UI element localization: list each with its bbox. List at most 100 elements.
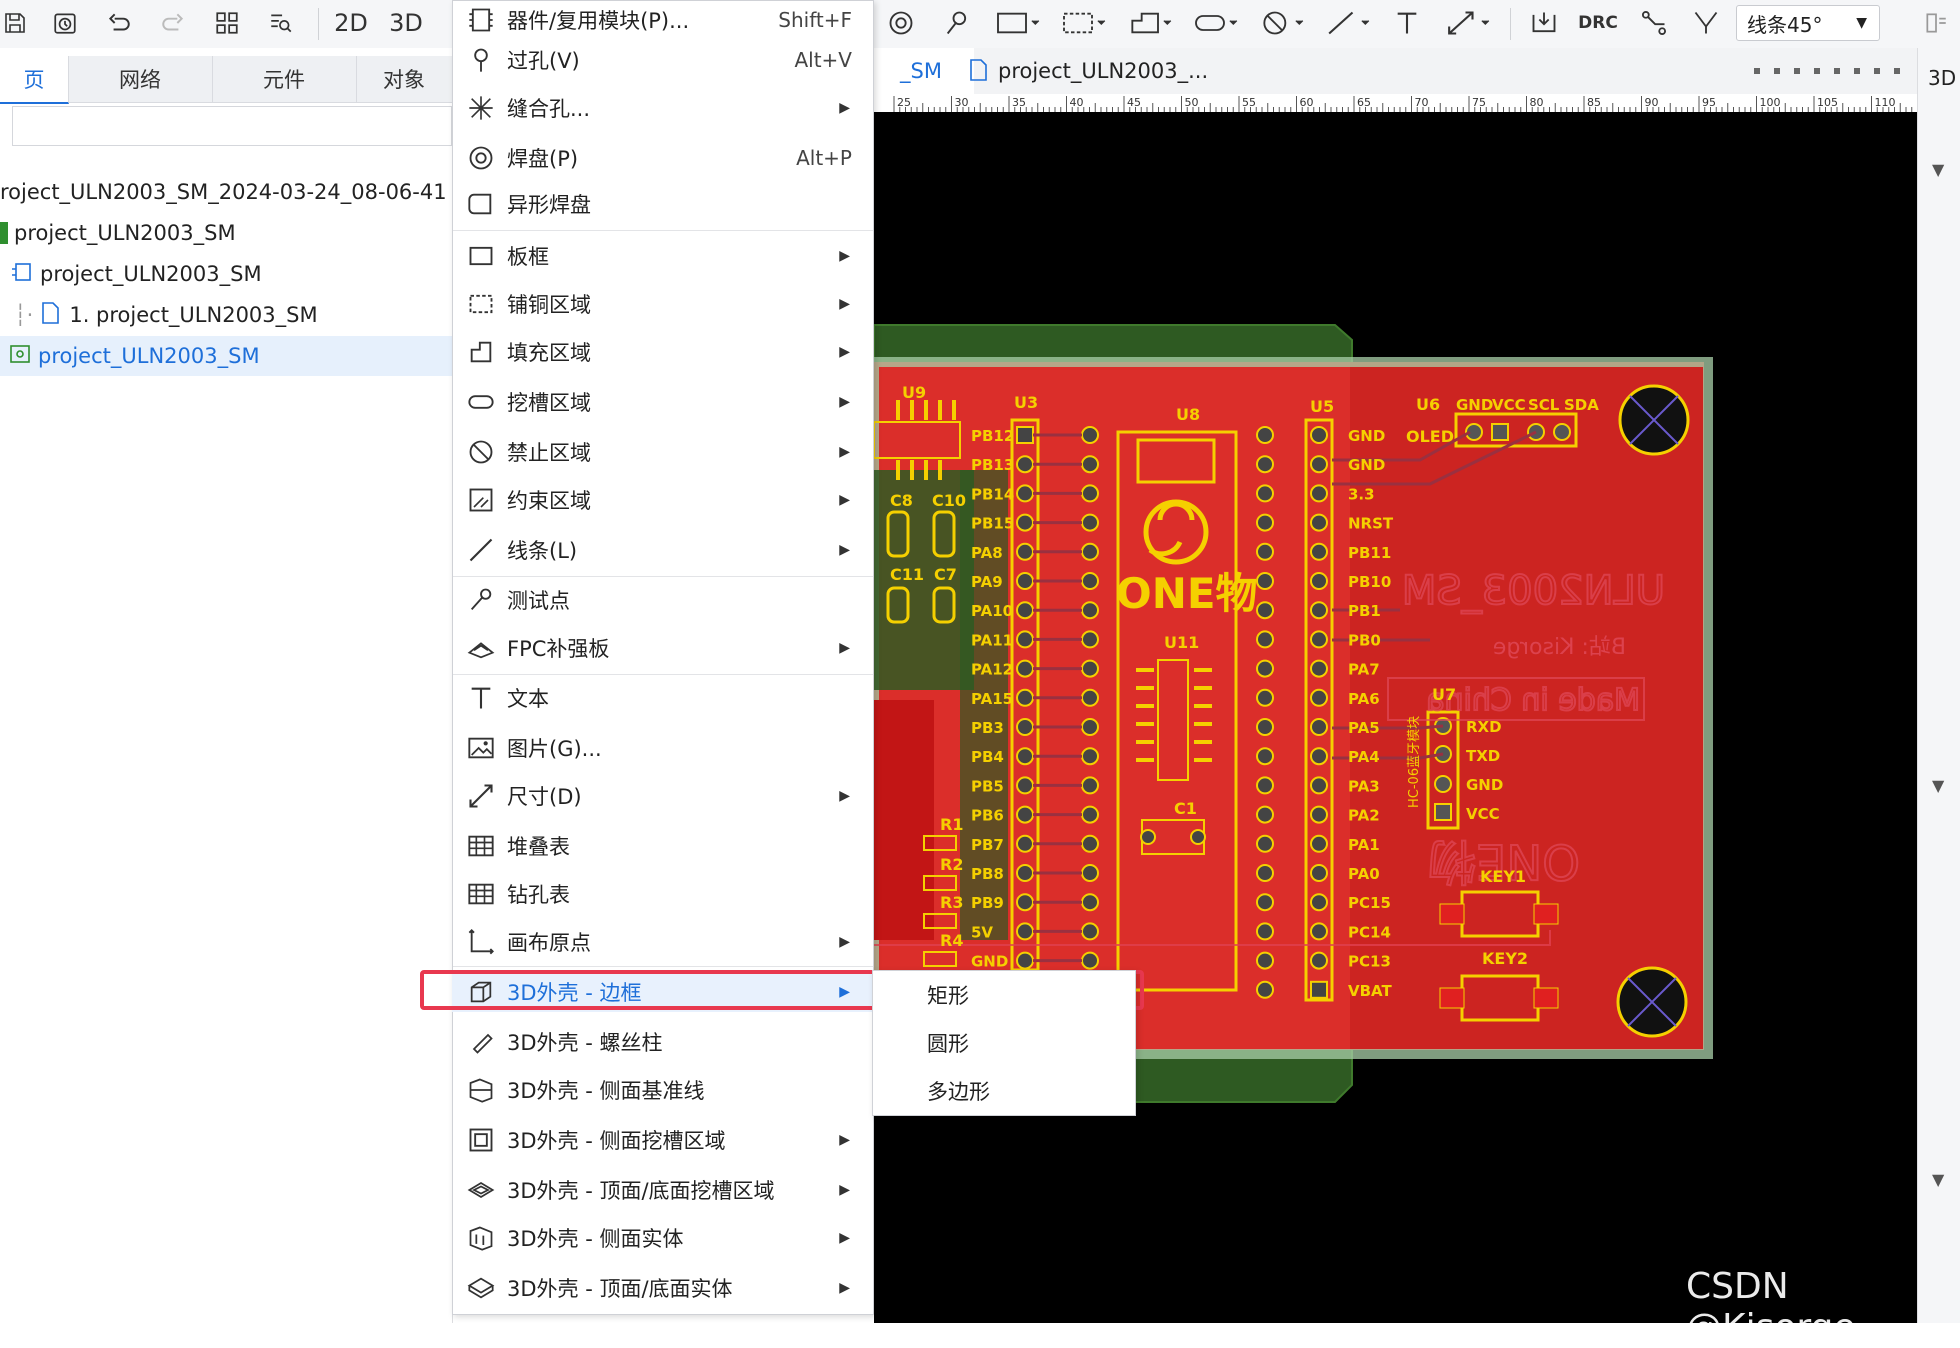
submenu-arrow-icon: ▶: [839, 248, 850, 264]
collapse-icon[interactable]: ▼: [1932, 776, 1944, 795]
pcb-pad: [1256, 513, 1274, 532]
collapse-icon[interactable]: ▼: [1932, 1170, 1944, 1189]
drc-button[interactable]: DRC: [1578, 6, 1618, 40]
menu-item-slot-area[interactable]: 挖槽区域 ▶: [452, 382, 872, 422]
menu-item-via[interactable]: 过孔(V) Alt+V: [452, 40, 872, 80]
pcb-pad: [1256, 776, 1274, 795]
pcb-pad: [1256, 426, 1274, 444]
keepout-tool-icon[interactable]: [1256, 6, 1310, 40]
menu-item-keepout[interactable]: 禁止区域 ▶: [452, 432, 872, 472]
menu-item-image[interactable]: 图片(G)...: [452, 728, 872, 768]
menu-item-stackup-table[interactable]: 堆叠表: [452, 826, 872, 866]
menu-item-drill-table[interactable]: 钻孔表: [452, 874, 872, 914]
menu-item-device[interactable]: 器件/复用模块(P)... Shift+F: [452, 0, 872, 40]
search-input[interactable]: [12, 106, 452, 146]
area-tool-icon[interactable]: [1058, 6, 1112, 40]
pcb-pad: [1256, 893, 1274, 912]
view-3d-button[interactable]: 3D: [385, 6, 427, 40]
u7-pin-label: VCC: [1466, 805, 1500, 823]
ruler-label: 110: [1875, 96, 1896, 109]
menu-item-custom-pad[interactable]: 异形焊盘: [452, 184, 872, 224]
submenu-item-circle[interactable]: 圆形: [873, 1019, 1135, 1067]
menu-item-pad[interactable]: 焊盘(P) Alt+P: [452, 138, 872, 178]
submenu-item-rectangle[interactable]: 矩形: [873, 971, 1135, 1019]
u5-pin-label: PA4: [1348, 748, 1380, 766]
submenu-arrow-icon: ▶: [839, 296, 850, 312]
line-style-select[interactable]: 线条45° ▼: [1736, 5, 1880, 41]
pcb-author-mirrored: B站: Kisorge: [1493, 635, 1626, 660]
tab-components[interactable]: 元件: [212, 56, 357, 102]
menu-item-screw-post[interactable]: 3D外壳 - 螺丝柱: [452, 1022, 872, 1062]
layout-icon[interactable]: [1916, 6, 1956, 40]
menu-item-dimension[interactable]: 尺寸(D) ▶: [452, 776, 872, 816]
dimension-tool-icon[interactable]: [1442, 6, 1496, 40]
pcb-canvas[interactable]: ONE物 ULN2003_SM B站: Kisorge Made in Chin…: [874, 112, 1917, 1323]
u5-pin-label: PC14: [1348, 923, 1391, 941]
pcb-pad: [1081, 659, 1099, 678]
view-2d-button[interactable]: 2D: [330, 6, 372, 40]
save-icon[interactable]: [0, 6, 30, 40]
tree-item-board[interactable]: project_ULN2003_SM: [0, 215, 236, 251]
custom-pad-icon: [466, 189, 496, 219]
menu-item-label: 器件/复用模块(P)...: [507, 9, 690, 33]
tree-item-schematic[interactable]: project_ULN2003_SM: [10, 256, 262, 292]
u3-pin-label: PB7: [971, 836, 1004, 854]
u5-pin-label: PA5: [1348, 719, 1380, 737]
menu-item-top-solid[interactable]: 3D外壳 - 顶面/底面实体 ▶: [452, 1268, 872, 1308]
tab-nets[interactable]: 网络: [68, 56, 213, 102]
pad-tool-icon[interactable]: [884, 6, 918, 40]
u5-pin-label: GND: [1348, 456, 1385, 474]
find-icon[interactable]: [264, 6, 298, 40]
tree-item-project-root[interactable]: roject_ULN2003_SM_2024-03-24_08-06-41: [0, 174, 447, 210]
tree-item-sheet[interactable]: ┆· 1. project_ULN2003_SM: [14, 297, 318, 333]
track-tool-icon[interactable]: [1634, 6, 1674, 40]
right-panel-label: 3D: [1928, 66, 1957, 90]
menu-item-constraint[interactable]: 约束区域 ▶: [452, 480, 872, 520]
menu-item-copper-area[interactable]: 铺铜区域 ▶: [452, 284, 872, 324]
ref-r4: R4: [940, 931, 963, 950]
device-icon: [466, 5, 496, 35]
menu-item-stitch[interactable]: 缝合孔... ▶: [452, 88, 872, 128]
redo-icon[interactable]: [156, 6, 190, 40]
tab-objects[interactable]: 对象: [356, 56, 453, 102]
menu-item-label: 3D外壳 - 螺丝柱: [507, 1031, 663, 1055]
menu-item-test-point[interactable]: 测试点: [452, 580, 872, 620]
history-icon[interactable]: [48, 6, 82, 40]
ruler-label: 75: [1472, 96, 1486, 109]
menu-item-side-datum[interactable]: 3D外壳 - 侧面基准线: [452, 1070, 872, 1110]
menu-item-top-slot[interactable]: 3D外壳 - 顶面/底面挖槽区域 ▶: [452, 1170, 872, 1210]
undo-icon[interactable]: [102, 6, 136, 40]
pcb-pad: [1310, 805, 1328, 824]
fill-tool-icon[interactable]: [1124, 6, 1178, 40]
menu-item-board-outline[interactable]: 板框 ▶: [452, 236, 872, 276]
ref-r1: R1: [940, 815, 963, 834]
grid-icon[interactable]: [210, 6, 244, 40]
menu-item-origin[interactable]: 画布原点 ▶: [452, 922, 872, 962]
text-tool-icon[interactable]: [1390, 6, 1424, 40]
route-tool-icon[interactable]: [1524, 6, 1564, 40]
menu-item-text[interactable]: 文本: [452, 678, 872, 718]
menu-item-fpc[interactable]: FPC补强板 ▶: [452, 628, 872, 668]
menu-item-label: 钻孔表: [507, 883, 570, 907]
pcb-pad: [1016, 572, 1034, 590]
menu-item-label: 堆叠表: [507, 835, 570, 859]
diff-pair-icon[interactable]: [1686, 6, 1726, 40]
doc-tab[interactable]: project_ULN2003_...: [946, 48, 1208, 94]
image-icon: [466, 733, 496, 763]
via-tool-icon[interactable]: [940, 6, 974, 40]
slot-tool-icon[interactable]: [1190, 6, 1244, 40]
menu-item-side-slot[interactable]: 3D外壳 - 侧面挖槽区域 ▶: [452, 1120, 872, 1160]
constraint-icon: [466, 485, 496, 515]
u3-pin-label: PA9: [971, 573, 1003, 591]
menu-item-fill-area[interactable]: 填充区域 ▶: [452, 332, 872, 372]
u5-pin-label: 3.3: [1348, 485, 1375, 503]
line-tool-icon[interactable]: [1322, 6, 1376, 40]
board-outline-tool-icon[interactable]: [992, 6, 1046, 40]
tab-pages[interactable]: 页: [0, 56, 69, 104]
menu-item-line[interactable]: 线条(L) ▶: [452, 530, 872, 570]
menu-item-side-solid[interactable]: 3D外壳 - 侧面实体 ▶: [452, 1218, 872, 1258]
submenu-item-polygon[interactable]: 多边形: [873, 1067, 1135, 1115]
pcb-pad: [1016, 776, 1034, 795]
collapse-icon[interactable]: ▼: [1932, 160, 1944, 179]
tree-item-pcb-selected[interactable]: project_ULN2003_SM: [0, 336, 452, 376]
